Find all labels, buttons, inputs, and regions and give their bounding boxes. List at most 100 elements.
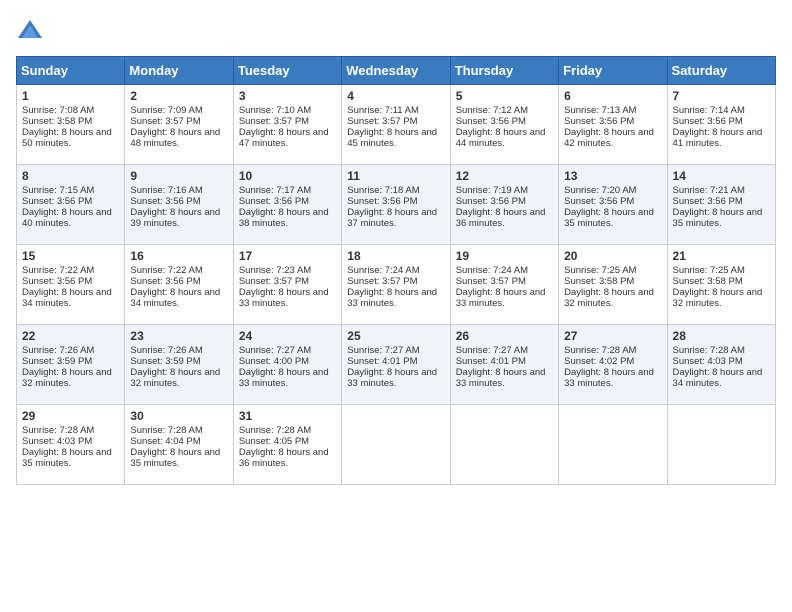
sunset-label: Sunset: 3:56 PM xyxy=(456,116,526,127)
sunset-label: Sunset: 3:59 PM xyxy=(22,356,92,367)
sunset-label: Sunset: 3:57 PM xyxy=(239,276,309,287)
sunset-label: Sunset: 3:59 PM xyxy=(130,356,200,367)
calendar-header-cell: Wednesday xyxy=(342,57,450,85)
sunrise-label: Sunrise: 7:25 AM xyxy=(564,265,636,276)
sunset-label: Sunset: 4:04 PM xyxy=(130,436,200,447)
sunrise-label: Sunrise: 7:22 AM xyxy=(22,265,94,276)
sunset-label: Sunset: 4:05 PM xyxy=(239,436,309,447)
calendar-cell: 28Sunrise: 7:28 AMSunset: 4:03 PMDayligh… xyxy=(667,325,775,405)
logo-icon xyxy=(16,16,44,44)
sunset-label: Sunset: 4:03 PM xyxy=(673,356,743,367)
sunset-label: Sunset: 4:03 PM xyxy=(22,436,92,447)
sunrise-label: Sunrise: 7:17 AM xyxy=(239,185,311,196)
calendar-cell: 2Sunrise: 7:09 AMSunset: 3:57 PMDaylight… xyxy=(125,85,233,165)
daylight-label: Daylight: 8 hours and 45 minutes. xyxy=(347,127,437,149)
daylight-label: Daylight: 8 hours and 40 minutes. xyxy=(22,207,112,229)
day-number: 24 xyxy=(239,329,336,343)
calendar-cell: 14Sunrise: 7:21 AMSunset: 3:56 PMDayligh… xyxy=(667,165,775,245)
calendar-cell: 12Sunrise: 7:19 AMSunset: 3:56 PMDayligh… xyxy=(450,165,558,245)
calendar-cell: 18Sunrise: 7:24 AMSunset: 3:57 PMDayligh… xyxy=(342,245,450,325)
daylight-label: Daylight: 8 hours and 33 minutes. xyxy=(347,367,437,389)
day-number: 20 xyxy=(564,249,661,263)
daylight-label: Daylight: 8 hours and 47 minutes. xyxy=(239,127,329,149)
sunrise-label: Sunrise: 7:16 AM xyxy=(130,185,202,196)
sunrise-label: Sunrise: 7:27 AM xyxy=(239,345,311,356)
daylight-label: Daylight: 8 hours and 35 minutes. xyxy=(564,207,654,229)
sunset-label: Sunset: 3:56 PM xyxy=(564,196,634,207)
daylight-label: Daylight: 8 hours and 35 minutes. xyxy=(22,447,112,469)
sunrise-label: Sunrise: 7:26 AM xyxy=(130,345,202,356)
calendar-cell: 29Sunrise: 7:28 AMSunset: 4:03 PMDayligh… xyxy=(17,405,125,485)
daylight-label: Daylight: 8 hours and 38 minutes. xyxy=(239,207,329,229)
calendar-cell: 9 Sunrise: 7:16 AMSunset: 3:56 PMDaylight… xyxy=(125,165,233,245)
day-number: 3 xyxy=(239,89,336,103)
sunrise-label: Sunrise: 7:22 AM xyxy=(130,265,202,276)
day-number: 7 xyxy=(673,89,770,103)
calendar-cell: 25Sunrise: 7:27 AMSunset: 4:01 PMDayligh… xyxy=(342,325,450,405)
sunset-label: Sunset: 3:56 PM xyxy=(130,196,200,207)
sunrise-label: Sunrise: 7:15 AM xyxy=(22,185,94,196)
day-number: 17 xyxy=(239,249,336,263)
sunset-label: Sunset: 3:56 PM xyxy=(347,196,417,207)
day-number: 5 xyxy=(456,89,553,103)
daylight-label: Daylight: 8 hours and 50 minutes. xyxy=(22,127,112,149)
logo xyxy=(16,16,48,44)
day-number: 11 xyxy=(347,169,444,183)
day-number: 25 xyxy=(347,329,444,343)
calendar-body: 1Sunrise: 7:08 AMSunset: 3:58 PMDaylight… xyxy=(17,85,776,485)
header xyxy=(16,16,776,44)
daylight-label: Daylight: 8 hours and 33 minutes. xyxy=(456,287,546,309)
daylight-label: Daylight: 8 hours and 39 minutes. xyxy=(130,207,220,229)
sunrise-label: Sunrise: 7:27 AM xyxy=(347,345,419,356)
calendar-week-row: 22Sunrise: 7:26 AMSunset: 3:59 PMDayligh… xyxy=(17,325,776,405)
sunset-label: Sunset: 4:00 PM xyxy=(239,356,309,367)
calendar-header-cell: Thursday xyxy=(450,57,558,85)
daylight-label: Daylight: 8 hours and 33 minutes. xyxy=(564,367,654,389)
sunrise-label: Sunrise: 7:24 AM xyxy=(347,265,419,276)
day-number: 9 xyxy=(130,169,227,183)
calendar-cell: 4Sunrise: 7:11 AMSunset: 3:57 PMDaylight… xyxy=(342,85,450,165)
day-number: 8 xyxy=(22,169,119,183)
calendar-cell: 1Sunrise: 7:08 AMSunset: 3:58 PMDaylight… xyxy=(17,85,125,165)
sunrise-label: Sunrise: 7:28 AM xyxy=(22,425,94,436)
day-number: 4 xyxy=(347,89,444,103)
calendar-cell: 5Sunrise: 7:12 AMSunset: 3:56 PMDaylight… xyxy=(450,85,558,165)
day-number: 19 xyxy=(456,249,553,263)
sunset-label: Sunset: 3:56 PM xyxy=(239,196,309,207)
calendar-cell: 7Sunrise: 7:14 AMSunset: 3:56 PMDaylight… xyxy=(667,85,775,165)
sunrise-label: Sunrise: 7:28 AM xyxy=(239,425,311,436)
sunrise-label: Sunrise: 7:13 AM xyxy=(564,105,636,116)
day-number: 26 xyxy=(456,329,553,343)
sunset-label: Sunset: 3:57 PM xyxy=(239,116,309,127)
daylight-label: Daylight: 8 hours and 34 minutes. xyxy=(22,287,112,309)
calendar-header-cell: Tuesday xyxy=(233,57,341,85)
sunset-label: Sunset: 3:56 PM xyxy=(673,196,743,207)
sunset-label: Sunset: 3:56 PM xyxy=(673,116,743,127)
day-number: 10 xyxy=(239,169,336,183)
calendar-header-cell: Monday xyxy=(125,57,233,85)
sunrise-label: Sunrise: 7:24 AM xyxy=(456,265,528,276)
sunrise-label: Sunrise: 7:27 AM xyxy=(456,345,528,356)
day-number: 6 xyxy=(564,89,661,103)
daylight-label: Daylight: 8 hours and 32 minutes. xyxy=(130,367,220,389)
sunrise-label: Sunrise: 7:12 AM xyxy=(456,105,528,116)
daylight-label: Daylight: 8 hours and 32 minutes. xyxy=(673,287,763,309)
daylight-label: Daylight: 8 hours and 33 minutes. xyxy=(239,287,329,309)
calendar-table: SundayMondayTuesdayWednesdayThursdayFrid… xyxy=(16,56,776,485)
calendar-cell: 31Sunrise: 7:28 AMSunset: 4:05 PMDayligh… xyxy=(233,405,341,485)
sunrise-label: Sunrise: 7:23 AM xyxy=(239,265,311,276)
day-number: 18 xyxy=(347,249,444,263)
day-number: 13 xyxy=(564,169,661,183)
calendar-week-row: 8Sunrise: 7:15 AMSunset: 3:56 PMDaylight… xyxy=(17,165,776,245)
day-number: 28 xyxy=(673,329,770,343)
day-number: 22 xyxy=(22,329,119,343)
calendar-cell xyxy=(342,405,450,485)
calendar-header-row: SundayMondayTuesdayWednesdayThursdayFrid… xyxy=(17,57,776,85)
day-number: 1 xyxy=(22,89,119,103)
sunset-label: Sunset: 3:56 PM xyxy=(130,276,200,287)
daylight-label: Daylight: 8 hours and 33 minutes. xyxy=(347,287,437,309)
calendar-cell xyxy=(450,405,558,485)
sunset-label: Sunset: 3:57 PM xyxy=(347,116,417,127)
calendar-week-row: 29Sunrise: 7:28 AMSunset: 4:03 PMDayligh… xyxy=(17,405,776,485)
sunrise-label: Sunrise: 7:28 AM xyxy=(130,425,202,436)
